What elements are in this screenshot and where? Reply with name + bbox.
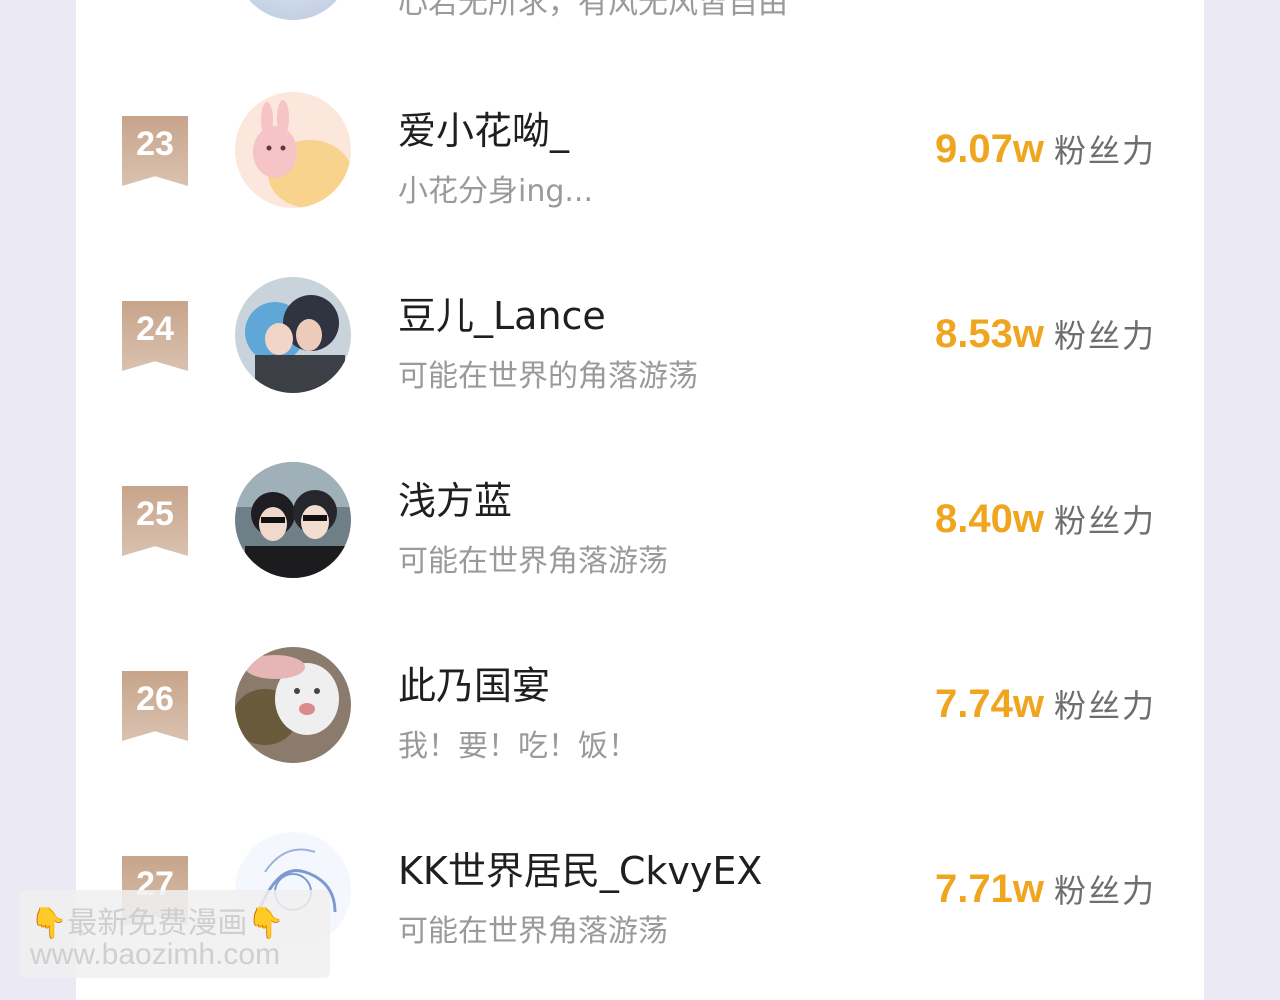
user-name[interactable]: KK世界居民_CkvyEX <box>398 840 762 895</box>
watermark: 👇最新免费漫画👇 www.baozimh.com <box>20 890 330 978</box>
avatar-image <box>235 647 351 763</box>
fans-score: 7.71w 粉丝力 <box>935 866 1156 912</box>
user-signature: 可能在世界角落游荡 <box>398 544 668 579</box>
user-signature: 心若无所求，有风无风皆自由 <box>398 0 788 21</box>
user-signature: 可能在世界的角落游荡 <box>398 359 698 394</box>
avatar[interactable] <box>235 462 351 578</box>
rank-badge: 25 <box>122 486 188 556</box>
fans-value: 9.07w <box>935 127 1044 171</box>
fans-score: 7.74w 粉丝力 <box>935 681 1156 727</box>
avatar-image <box>235 462 351 578</box>
avatar-image <box>235 277 351 393</box>
fans-score: 8.40w 粉丝力 <box>935 496 1156 542</box>
list-item[interactable]: 25 浅方蓝 可能在世界角落游荡 8.40w 粉丝力 <box>76 452 1204 612</box>
avatar-image <box>235 92 351 208</box>
user-name[interactable]: 浅方蓝 <box>398 470 512 525</box>
fans-label: 粉丝力 <box>1053 317 1156 355</box>
fans-value: 7.71w <box>935 867 1044 911</box>
user-signature: 小花分身ing... <box>398 174 593 209</box>
rank-badge: 23 <box>122 116 188 186</box>
fans-label: 粉丝力 <box>1053 132 1156 170</box>
avatar[interactable] <box>235 277 351 393</box>
avatar[interactable] <box>235 0 351 20</box>
user-name[interactable]: 此乃国宴 <box>398 655 550 710</box>
fans-label: 粉丝力 <box>1053 502 1156 540</box>
fans-value: 8.53w <box>935 312 1044 356</box>
list-item[interactable]: 26 此乃国宴 我！要！吃！饭！ 7.74w 粉丝力 <box>76 637 1204 797</box>
user-signature: 我！要！吃！饭！ <box>398 729 638 764</box>
fans-label: 粉丝力 <box>1053 687 1156 725</box>
rank-badge: 24 <box>122 301 188 371</box>
watermark-text: 👇最新免费漫画👇 <box>30 906 285 941</box>
user-signature: 可能在世界角落游荡 <box>398 914 668 949</box>
fans-value: 8.40w <box>935 497 1044 541</box>
user-name[interactable]: 爱小花呦_ <box>398 100 569 155</box>
rank-badge: 26 <box>122 671 188 741</box>
watermark-url: www.baozimh.com <box>30 938 281 971</box>
list-item[interactable]: 24 豆儿_Lance 可能在世界的角落游荡 8.53w 粉丝力 <box>76 267 1204 427</box>
ranking-panel: 心若无所求，有风无风皆自由 23 爱小花呦_ 小花分身ing... 9.07w … <box>76 0 1204 1000</box>
fans-score: 8.53w 粉丝力 <box>935 311 1156 357</box>
fans-score: 9.07w 粉丝力 <box>935 126 1156 172</box>
list-item[interactable]: 23 爱小花呦_ 小花分身ing... 9.07w 粉丝力 <box>76 82 1204 242</box>
user-name[interactable]: 豆儿_Lance <box>398 285 606 340</box>
fans-label: 粉丝力 <box>1053 872 1156 910</box>
avatar[interactable] <box>235 92 351 208</box>
fans-value: 7.74w <box>935 682 1044 726</box>
avatar[interactable] <box>235 647 351 763</box>
